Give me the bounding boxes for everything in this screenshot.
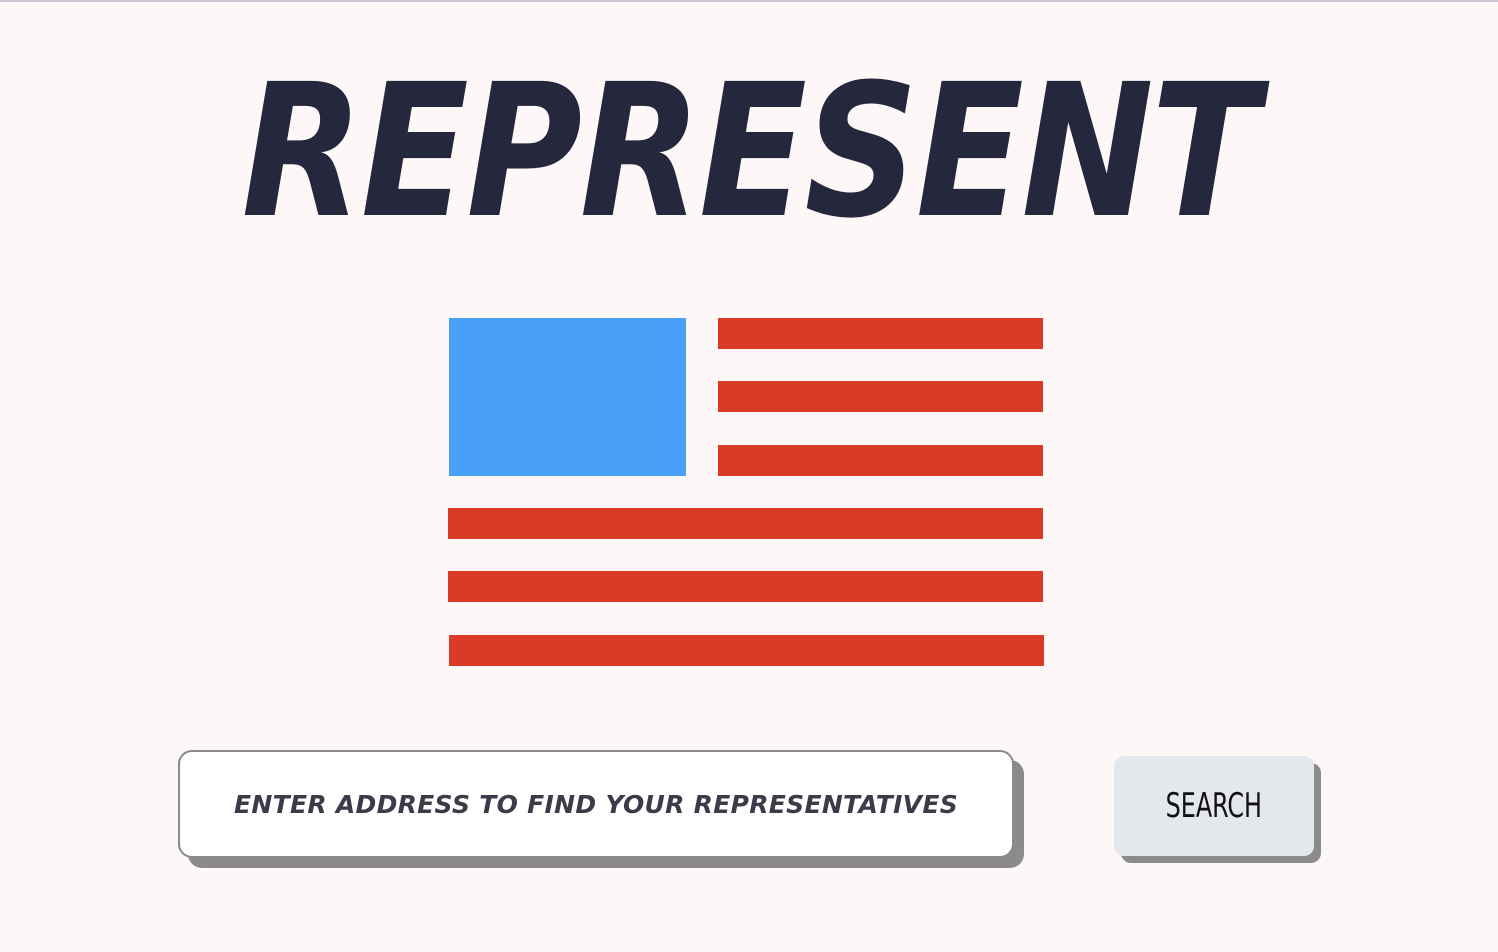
- search-button[interactable]: SEARCH: [1114, 756, 1314, 856]
- flag-stripe: [449, 635, 1044, 666]
- flag-stripe: [718, 381, 1043, 412]
- flag-canton: [449, 318, 686, 476]
- search-button-label: SEARCH: [1165, 786, 1263, 826]
- address-search-input[interactable]: [178, 750, 1014, 858]
- flag-stripe: [448, 571, 1043, 602]
- american-flag-icon: [448, 316, 1044, 668]
- flag-stripe: [718, 318, 1043, 349]
- app-title: REPRESENT: [241, 45, 1259, 259]
- search-button-wrapper: SEARCH: [1114, 756, 1321, 863]
- address-search-field-wrapper: [178, 750, 1024, 868]
- flag-stripe: [448, 508, 1043, 539]
- flag-stripe: [718, 445, 1043, 476]
